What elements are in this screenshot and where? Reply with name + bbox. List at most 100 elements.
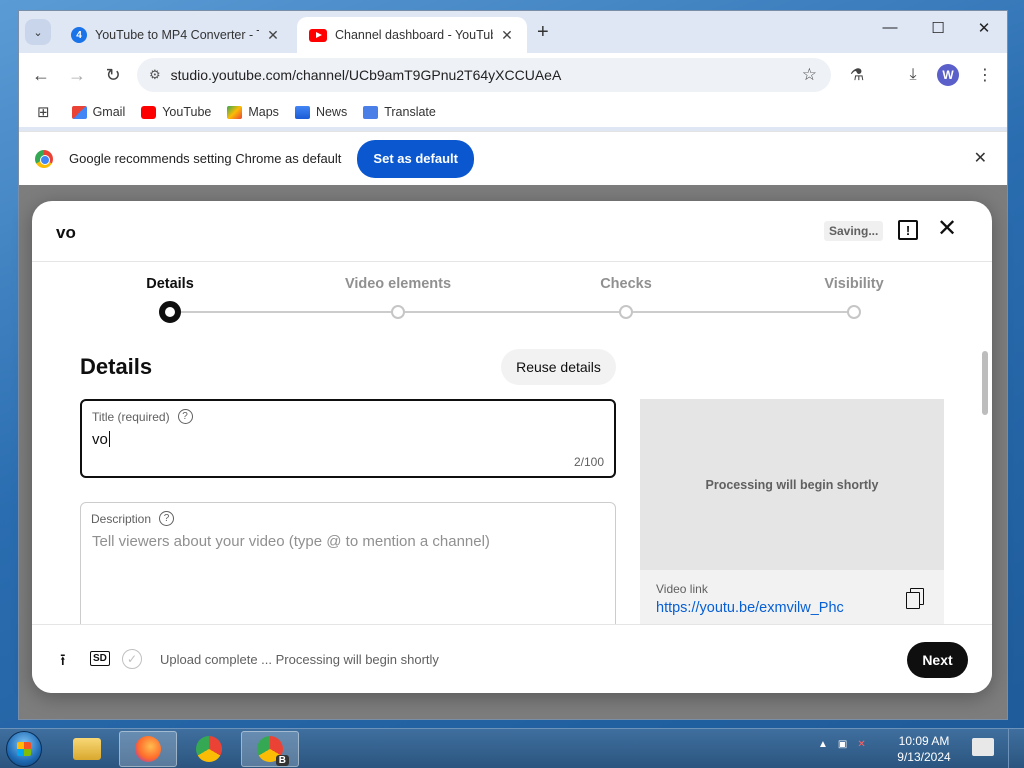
maps-icon <box>227 105 243 119</box>
step-label: Details <box>146 276 194 292</box>
dialog-footer: ⭱ SD ✓ Upload complete ... Processing wi… <box>32 624 992 693</box>
back-icon[interactable]: ← <box>29 63 53 87</box>
step-details[interactable]: Details <box>110 276 230 292</box>
description-input[interactable]: Tell viewers about your video (type @ to… <box>92 533 490 550</box>
new-tab-button[interactable]: + <box>537 21 549 44</box>
upload-icon: ⭱ <box>60 652 66 669</box>
bookmark-label: News <box>315 105 348 119</box>
upload-status-text: Upload complete ... Processing will begi… <box>160 652 439 667</box>
title-field[interactable]: Title (required) ? vo 2/100 <box>80 399 616 478</box>
youtube-icon <box>141 105 157 119</box>
title-label-text: Title (required) <box>92 409 170 424</box>
bookmarks-bar: ⊞ Gmail YouTube Maps News Translate <box>19 97 1007 127</box>
tab-youtube-to-mp4[interactable]: 4 YouTube to MP4 Converter - Tu ✕ <box>59 17 293 53</box>
bookmark-youtube[interactable]: YouTube <box>141 105 211 119</box>
bookmark-label: Maps <box>248 105 279 119</box>
tab-search-button[interactable]: ⌄ <box>25 19 51 45</box>
bookmark-translate[interactable]: Translate <box>363 105 436 119</box>
profile-avatar[interactable]: W <box>937 64 959 86</box>
apps-grid-icon[interactable]: ⊞ <box>37 103 50 121</box>
youtube-icon <box>309 28 327 42</box>
reload-icon[interactable]: ↻ <box>101 63 125 87</box>
infobar-close-icon[interactable]: ✕ <box>974 148 987 168</box>
folder-icon <box>73 738 101 760</box>
bookmark-label: Translate <box>384 105 436 119</box>
action-center-icon[interactable] <box>972 738 994 756</box>
close-icon[interactable]: ✕ <box>265 27 281 44</box>
bookmark-gmail[interactable]: Gmail <box>71 105 126 119</box>
step-video-elements[interactable]: Video elements <box>338 276 458 292</box>
window-close-icon[interactable]: ✕ <box>969 19 999 37</box>
upload-stepper: Details Video elements Checks Visibility <box>32 262 976 332</box>
title-label: Title (required) ? <box>92 409 193 424</box>
clock-date: 9/13/2024 <box>897 750 951 764</box>
network-icon[interactable]: ▣ <box>838 739 847 750</box>
help-icon[interactable]: ? <box>177 409 193 424</box>
step-dot-video-elements[interactable] <box>391 305 405 319</box>
clock-time: 10:09 AM <box>898 734 950 748</box>
news-icon <box>294 105 310 119</box>
menu-kebab-icon[interactable]: ⋮ <box>973 63 997 87</box>
tray-expand-icon[interactable]: ▲ <box>818 739 828 750</box>
text-caret <box>108 431 110 447</box>
system-tray: ▲ ▣ ✕ <box>818 739 866 750</box>
stepper-line <box>170 311 854 313</box>
taskbar-chrome[interactable] <box>180 731 238 767</box>
reuse-details-button[interactable]: Reuse details <box>501 349 616 385</box>
taskbar-firefox[interactable] <box>119 731 177 767</box>
default-browser-infobar: Google recommends setting Chrome as defa… <box>19 131 1007 185</box>
labs-flask-icon[interactable]: ⚗ <box>845 63 869 87</box>
chrome-icon <box>196 736 222 762</box>
title-input[interactable]: vo <box>92 431 110 448</box>
start-button[interactable] <box>6 731 42 767</box>
tab-title: YouTube to MP4 Converter - Tu <box>95 28 259 42</box>
tab-channel-dashboard[interactable]: Channel dashboard - YouTube S ✕ <box>297 17 527 53</box>
maximize-icon[interactable]: ☐ <box>923 19 953 37</box>
address-bar[interactable]: ⚙ studio.youtube.com/channel/UCb9amT9GPn… <box>137 58 831 92</box>
title-char-count: 2/100 <box>573 455 604 469</box>
chrome-logo-icon <box>35 149 53 168</box>
show-desktop-button[interactable] <box>1008 729 1024 768</box>
dialog-scrollbar[interactable] <box>982 351 988 415</box>
set-as-default-button[interactable]: Set as default <box>357 139 474 178</box>
description-field[interactable]: Description ? Tell viewers about your vi… <box>80 502 616 642</box>
minimize-icon[interactable]: — <box>875 19 905 36</box>
title-input-value: vo <box>92 431 108 448</box>
bookmark-news[interactable]: News <box>294 105 348 119</box>
bookmark-label: YouTube <box>162 105 212 119</box>
bookmark-star-icon[interactable]: ☆ <box>802 65 817 85</box>
description-label: Description ? <box>91 511 175 526</box>
site-info-icon[interactable]: ⚙ <box>149 67 161 83</box>
help-icon[interactable]: ? <box>159 511 175 526</box>
copy-icon[interactable] <box>906 588 924 609</box>
tab-bar: ⌄ 4 YouTube to MP4 Converter - Tu ✕ Chan… <box>19 11 1007 53</box>
volume-muted-icon[interactable]: ✕ <box>857 739 865 750</box>
step-label: Video elements <box>344 276 452 292</box>
taskbar-chrome-beta[interactable] <box>241 731 299 767</box>
download-icon[interactable]: ⤓ <box>901 63 925 87</box>
step-visibility[interactable]: Visibility <box>794 276 914 292</box>
step-dot-visibility[interactable] <box>847 305 861 319</box>
bookmark-label: Gmail <box>92 105 126 119</box>
taskbar-explorer[interactable] <box>58 731 116 767</box>
feedback-icon[interactable]: ! <box>898 220 918 240</box>
details-heading: Details <box>80 354 153 379</box>
step-dot-checks[interactable] <box>619 305 633 319</box>
forward-icon[interactable]: → <box>65 63 89 87</box>
step-checks[interactable]: Checks <box>566 276 686 292</box>
description-label-text: Description <box>91 511 152 526</box>
upload-dialog: vo Saving... ! ✕ Details Video elements … <box>32 201 992 693</box>
close-icon[interactable]: ✕ <box>499 27 515 44</box>
dialog-close-icon[interactable]: ✕ <box>937 217 957 241</box>
tab-badge-icon: 4 <box>71 27 87 43</box>
check-circle-icon: ✓ <box>122 649 142 669</box>
bookmark-maps[interactable]: Maps <box>227 105 279 119</box>
video-link[interactable]: https://youtu.be/exmvilw_Phc <box>656 600 844 616</box>
system-clock[interactable]: 10:09 AM 9/13/2024 <box>890 733 958 765</box>
step-dot-details[interactable] <box>159 301 181 323</box>
saving-status: Saving... <box>824 221 884 241</box>
infobar-message: Google recommends setting Chrome as defa… <box>69 151 342 166</box>
next-button[interactable]: Next <box>907 642 968 678</box>
step-label: Visibility <box>824 276 884 292</box>
windows-taskbar: ▲ ▣ ✕ 10:09 AM 9/13/2024 <box>0 728 1024 768</box>
